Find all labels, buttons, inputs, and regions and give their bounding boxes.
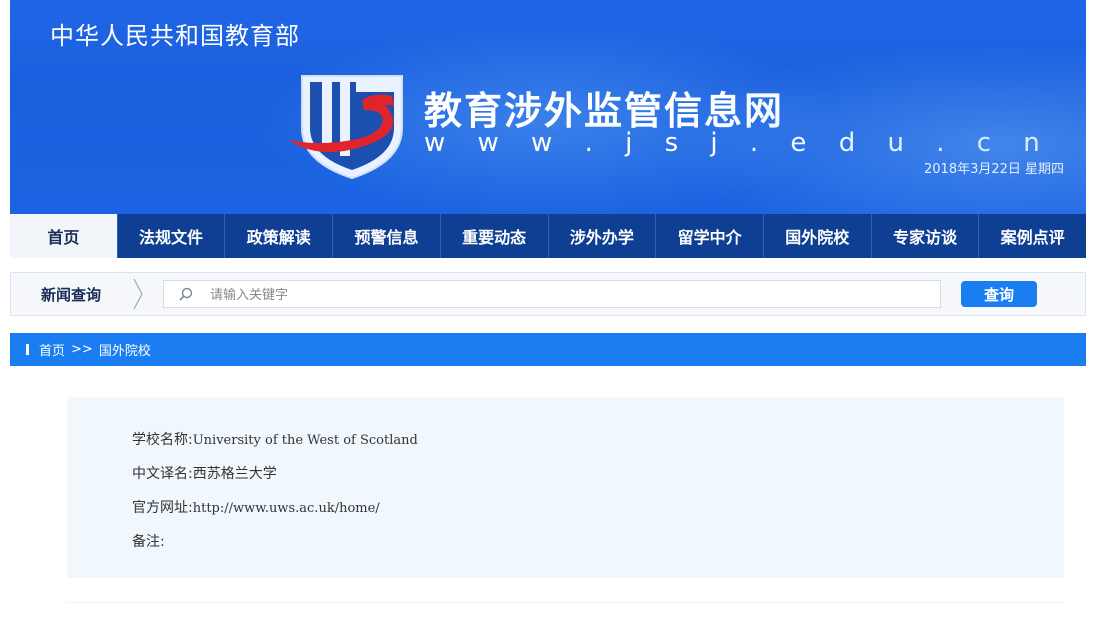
ministry-name: 中华人民共和国教育部 (50, 22, 300, 50)
breadcrumb-current[interactable]: 国外院校 (99, 340, 151, 359)
school-name-value: University of the West of Scotland (192, 433, 418, 448)
search-button[interactable]: 查询 (961, 281, 1037, 307)
nav-item-joint-schools[interactable]: 涉外办学 (549, 214, 657, 258)
site-url: w w w . j s j . e d u . c n (424, 128, 1052, 158)
search-icon (179, 287, 193, 301)
breadcrumb: 首页 >> 国外院校 (10, 333, 1086, 366)
jsj-logo-icon (288, 75, 403, 180)
breadcrumb-separator: >> (71, 342, 93, 357)
school-info-panel: 学校名称:University of the West of Scotland … (67, 397, 1064, 578)
site-title: 教育涉外监管信息网 (424, 89, 785, 133)
search-input[interactable] (208, 281, 932, 309)
search-label: 新闻查询 (41, 286, 102, 304)
main-nav: 首页 法规文件 政策解读 预警信息 重要动态 涉外办学 留学中介 国外院校 专家… (10, 214, 1086, 258)
school-site-row: 官方网址:http://www.uws.ac.uk/home/ (132, 497, 380, 517)
school-site-label: 官方网址: (132, 500, 193, 516)
school-name-label: 学校名称: (132, 432, 193, 448)
school-note-label: 备注: (132, 534, 165, 550)
nav-item-agencies[interactable]: 留学中介 (656, 214, 764, 258)
school-cn-label: 中文译名: (132, 466, 193, 482)
nav-item-policy[interactable]: 政策解读 (225, 214, 334, 258)
school-cn-row: 中文译名:西苏格兰大学 (132, 463, 277, 483)
nav-item-foreign-schools[interactable]: 国外院校 (764, 214, 872, 258)
school-cn-value: 西苏格兰大学 (192, 466, 277, 482)
school-name-row: 学校名称:University of the West of Scotland (132, 429, 418, 449)
chevron-right-icon (133, 278, 143, 310)
breadcrumb-home-link[interactable]: 首页 (39, 340, 65, 359)
school-note-row: 备注: (132, 531, 165, 551)
nav-item-news[interactable]: 重要动态 (441, 214, 549, 258)
nav-item-interviews[interactable]: 专家访谈 (872, 214, 980, 258)
breadcrumb-marker (26, 344, 29, 355)
nav-item-regulations[interactable]: 法规文件 (118, 214, 226, 258)
site-banner: 中华人民共和国教育部 教育涉外监管信息网 w w w . j s j . e d… (10, 0, 1086, 214)
school-site-link[interactable]: http://www.uws.ac.uk/home/ (193, 501, 380, 516)
nav-item-home[interactable]: 首页 (10, 214, 118, 258)
footer-divider (67, 602, 1064, 603)
search-field (163, 280, 941, 309)
current-date: 2018年3月22日 星期四 (924, 162, 1065, 177)
news-search-bar: 新闻查询 查询 (10, 272, 1086, 316)
nav-item-cases[interactable]: 案例点评 (979, 214, 1086, 258)
nav-item-warnings[interactable]: 预警信息 (333, 214, 441, 258)
